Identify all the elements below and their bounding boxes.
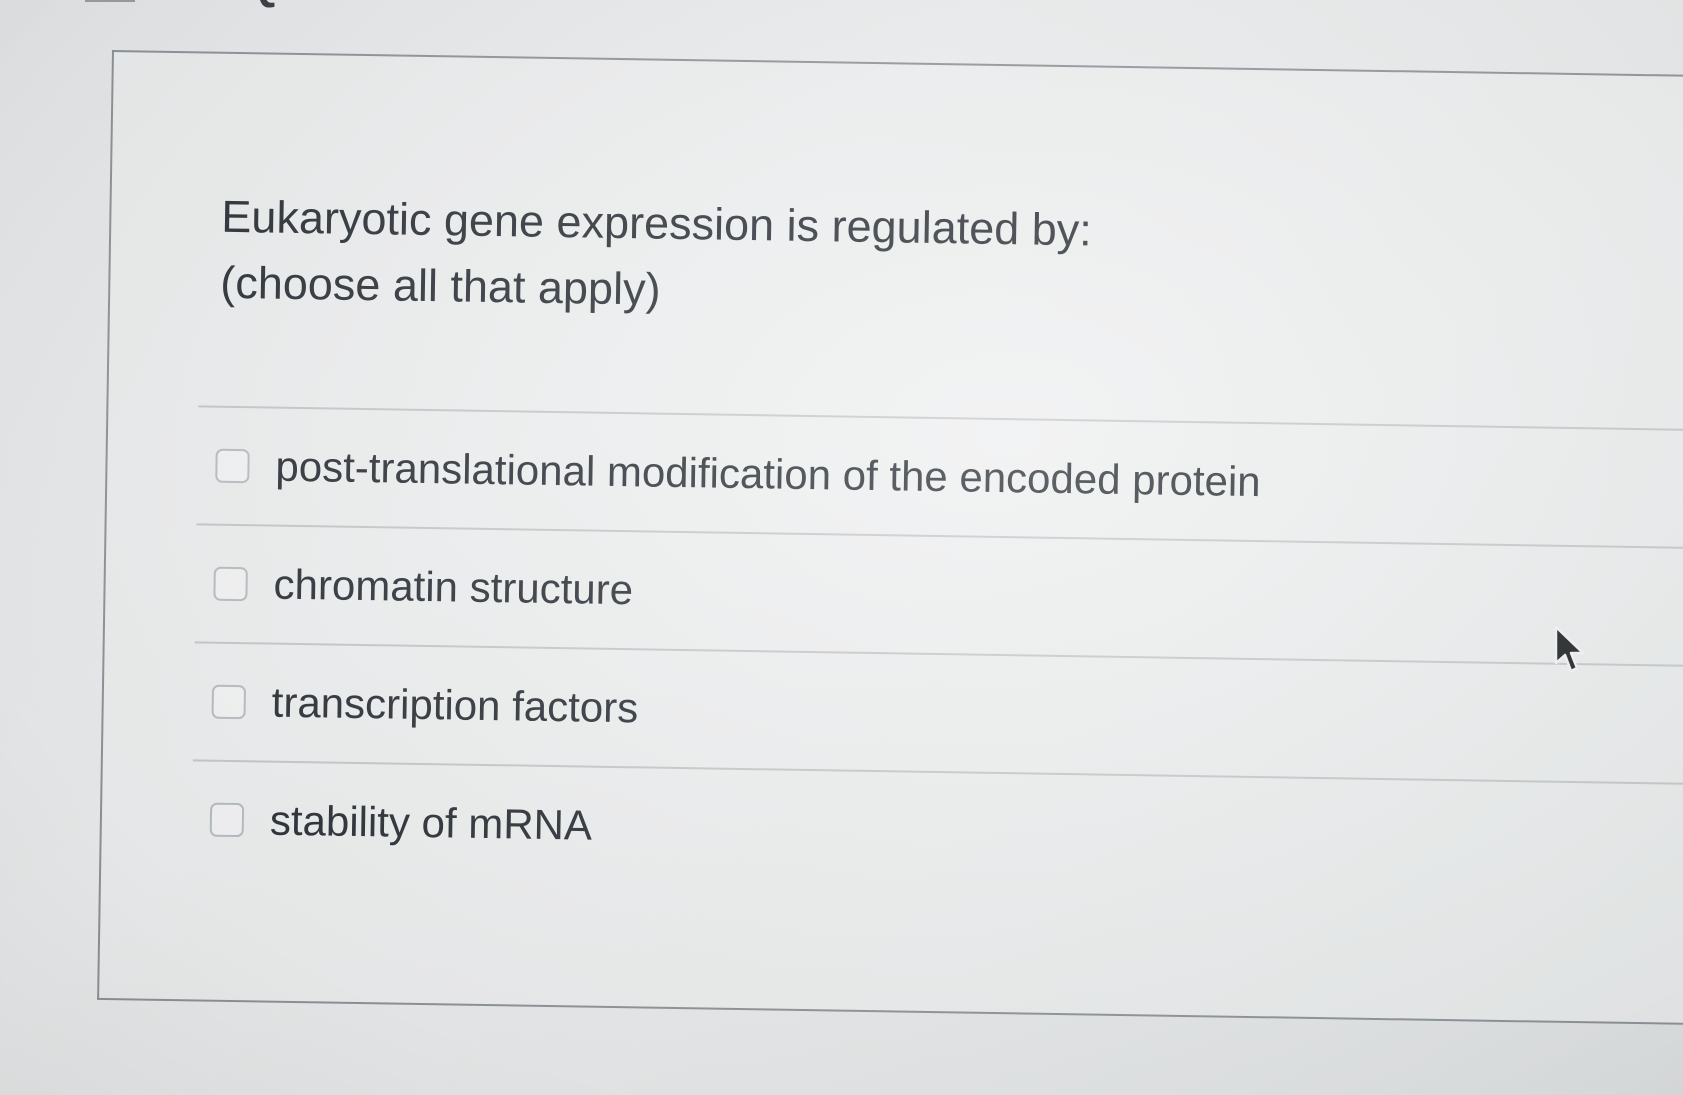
question-prompt: Eukaryotic gene expression is regulated … xyxy=(220,184,1092,330)
question-prompt-line2: (choose all that apply) xyxy=(219,256,661,315)
answer-label: stability of mRNA xyxy=(269,796,593,849)
answer-list: post-translational modification of the e… xyxy=(191,405,1683,901)
checkbox-unchecked-icon[interactable] xyxy=(209,802,245,838)
checkbox-unchecked-icon[interactable] xyxy=(215,448,250,484)
question-card: Eukaryotic gene expression is regulated … xyxy=(97,50,1683,1026)
mouse-pointer-icon xyxy=(1554,625,1585,673)
checkbox-unchecked-icon[interactable] xyxy=(213,566,248,602)
heading-rule xyxy=(85,0,135,2)
answer-option-mrna-stability[interactable]: stability of mRNA xyxy=(191,761,1683,901)
answer-label: chromatin structure xyxy=(273,560,634,614)
question-heading: Question 5 xyxy=(245,0,472,10)
answer-label: post-translational modification of the e… xyxy=(275,442,1262,506)
checkbox-unchecked-icon[interactable] xyxy=(211,684,247,720)
answer-label: transcription factors xyxy=(271,678,639,732)
